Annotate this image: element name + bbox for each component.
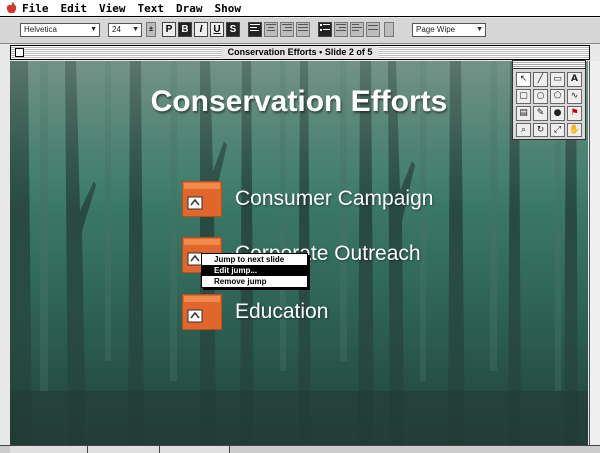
size-select[interactable]: 24 ▼ [108,23,142,37]
transition-select[interactable]: Page Wipe ▼ [412,23,486,37]
chevron-down-icon: ▼ [132,26,139,33]
size-select-value: 24 [112,25,121,34]
rectangle-tool-icon[interactable]: ▭ [550,72,565,87]
line-tool-icon[interactable]: ╱ [533,72,548,87]
menu-bar: File Edit View Text Draw Show [0,0,600,17]
oval-tool-icon[interactable]: ○ [533,89,548,104]
size-stepper[interactable]: ± [146,22,156,37]
view-tab-3[interactable] [160,446,230,453]
bold-style-button[interactable]: B [178,22,192,37]
line-spacing-icon [368,25,378,30]
transition-select-value: Page Wipe [416,25,456,34]
view-tab-1[interactable] [10,446,88,453]
scale-tool-icon[interactable]: ⤢ [550,123,565,137]
view-tab-bar [0,445,600,453]
transition-stepper[interactable] [384,22,394,37]
bullet-education[interactable]: Education [235,300,328,324]
align-right-icon [282,24,292,31]
toolbar: Helvetica ▼ 24 ▼ ± P B I U S Page Wipe ▼ [0,18,600,44]
indent-icon [336,24,346,31]
menu-file[interactable]: File [22,2,49,15]
bullet-list-button[interactable] [318,22,332,37]
align-center-button[interactable] [264,22,278,37]
italic-style-button[interactable]: I [194,22,208,37]
color-tool-icon[interactable]: ● [550,106,565,121]
rotate-tool-icon[interactable]: ↻ [533,123,548,137]
jump-link-icon[interactable] [182,181,222,217]
window-title-bar[interactable]: Conservation Efforts • Slide 2 of 5 [10,45,590,60]
font-select-value: Helvetica [24,25,57,34]
fill-tool-icon[interactable]: ▤ [516,106,531,121]
hand-tool-icon[interactable]: ✋ [567,123,582,137]
bullet-list-icon [320,24,330,31]
justify-button[interactable] [296,22,310,37]
outdent-button[interactable] [350,22,364,37]
spacing-button[interactable] [366,22,380,37]
slide-title[interactable]: Conservation Efforts [10,85,588,119]
align-right-button[interactable] [280,22,294,37]
menu-item-remove-jump[interactable]: Remove jump [202,276,307,287]
jump-link-icon[interactable] [182,294,222,330]
zoom-tool-icon[interactable]: ⌕ [516,123,531,137]
view-tab-2[interactable] [88,446,160,453]
menu-item-jump-to-next-slide[interactable]: Jump to next slide [202,254,307,265]
align-left-button[interactable] [248,22,262,37]
justify-icon [298,24,308,31]
pen-tool-icon[interactable]: ✎ [533,106,548,121]
window-title: Conservation Efforts • Slide 2 of 5 [221,46,379,59]
text-tool-icon[interactable]: A [567,72,582,87]
menu-edit[interactable]: Edit [61,2,88,15]
align-center-icon [266,24,276,31]
chevron-down-icon: ▼ [476,26,483,33]
close-box-icon[interactable] [15,48,24,57]
menu-draw[interactable]: Draw [176,2,203,15]
menu-item-edit-jump[interactable]: Edit jump... [202,265,307,276]
jump-context-menu: Jump to next slide Edit jump... Remove j… [201,253,308,288]
chevron-down-icon: ▼ [90,26,97,33]
bullet-consumer-campaign[interactable]: Consumer Campaign [235,187,433,211]
polygon-tool-icon[interactable]: ⬠ [550,89,565,104]
palette-title-bar[interactable] [513,61,585,69]
arrow-tool-icon[interactable]: ↖ [516,72,531,87]
font-select[interactable]: Helvetica ▼ [20,23,100,37]
menu-text[interactable]: Text [138,2,165,15]
indent-button[interactable] [334,22,348,37]
apple-icon[interactable] [6,2,17,14]
plain-style-button[interactable]: P [162,22,176,37]
underline-style-button[interactable]: U [210,22,224,37]
menu-show[interactable]: Show [215,2,242,15]
shadow-style-button[interactable]: S [226,22,240,37]
tool-palette: ↖ ╱ ▭ A ▢ ○ ⬠ ∿ ▤ ✎ ● ⚑ ⌕ ↻ ⤢ ✋ [512,60,586,140]
menu-view[interactable]: View [99,2,126,15]
flag-tool-icon[interactable]: ⚑ [567,106,582,121]
align-left-icon [250,24,260,31]
freehand-tool-icon[interactable]: ∿ [567,89,582,104]
rounded-rect-tool-icon[interactable]: ▢ [516,89,531,104]
vertical-scrollbar[interactable] [589,61,600,445]
outdent-icon [352,24,362,31]
